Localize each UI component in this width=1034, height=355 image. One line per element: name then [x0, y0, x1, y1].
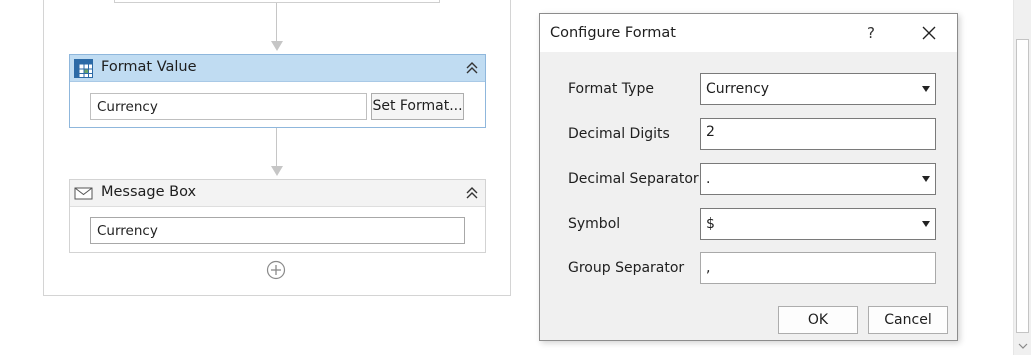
- connector-arrow-2: [271, 166, 283, 176]
- symbol-select[interactable]: $: [700, 208, 936, 240]
- dialog-title: Configure Format: [550, 25, 676, 41]
- collapse-chevron-icon[interactable]: [465, 61, 479, 75]
- ok-button[interactable]: OK: [778, 306, 858, 334]
- group-separator-label: Group Separator: [568, 260, 685, 276]
- vertical-scrollbar[interactable]: [1013, 0, 1031, 355]
- dropdown-arrow-icon[interactable]: [922, 221, 930, 227]
- format-value-input[interactable]: Currency: [90, 93, 367, 120]
- message-box-input[interactable]: Currency: [90, 217, 465, 244]
- format-type-value: Currency: [706, 81, 770, 97]
- decimal-digits-value: 2: [706, 124, 715, 140]
- decimal-digits-label: Decimal Digits: [568, 126, 670, 142]
- scrollbar-thumb[interactable]: [1016, 39, 1029, 333]
- format-type-label: Format Type: [568, 81, 654, 97]
- help-button[interactable]: ?: [856, 22, 886, 44]
- symbol-label: Symbol: [568, 216, 621, 232]
- group-separator-value: ,: [706, 260, 711, 276]
- previous-activity-stub[interactable]: [114, 0, 440, 3]
- connector-line-2: [276, 128, 277, 166]
- connector-arrow: [271, 41, 283, 51]
- decimal-separator-label: Decimal Separator: [568, 171, 699, 187]
- configure-format-dialog: Configure Format ? Format Type Currency …: [539, 13, 958, 341]
- table-grid-icon: [74, 59, 93, 78]
- group-separator-input[interactable]: ,: [700, 252, 936, 284]
- symbol-value: $: [706, 216, 715, 232]
- decimal-digits-input[interactable]: 2: [700, 118, 936, 150]
- add-activity-icon[interactable]: [266, 260, 286, 280]
- decimal-separator-select[interactable]: .: [700, 163, 936, 195]
- connector-line: [276, 3, 277, 41]
- dialog-titlebar[interactable]: Configure Format ?: [540, 14, 957, 52]
- cancel-button[interactable]: Cancel: [868, 306, 948, 334]
- format-value-header[interactable]: Format Value: [70, 55, 485, 82]
- dropdown-arrow-icon[interactable]: [922, 86, 930, 92]
- dropdown-arrow-icon[interactable]: [922, 176, 930, 182]
- format-value-title: Format Value: [101, 59, 197, 75]
- close-icon[interactable]: [914, 22, 944, 44]
- set-format-button[interactable]: Set Format...: [371, 93, 464, 120]
- collapse-chevron-icon[interactable]: [465, 186, 479, 200]
- message-box-title: Message Box: [101, 184, 197, 200]
- format-type-select[interactable]: Currency: [700, 73, 936, 105]
- message-box-header[interactable]: Message Box: [70, 180, 485, 207]
- scroll-down-arrow-icon[interactable]: [1018, 342, 1028, 350]
- decimal-separator-value: .: [706, 171, 711, 187]
- envelope-icon: [74, 187, 93, 200]
